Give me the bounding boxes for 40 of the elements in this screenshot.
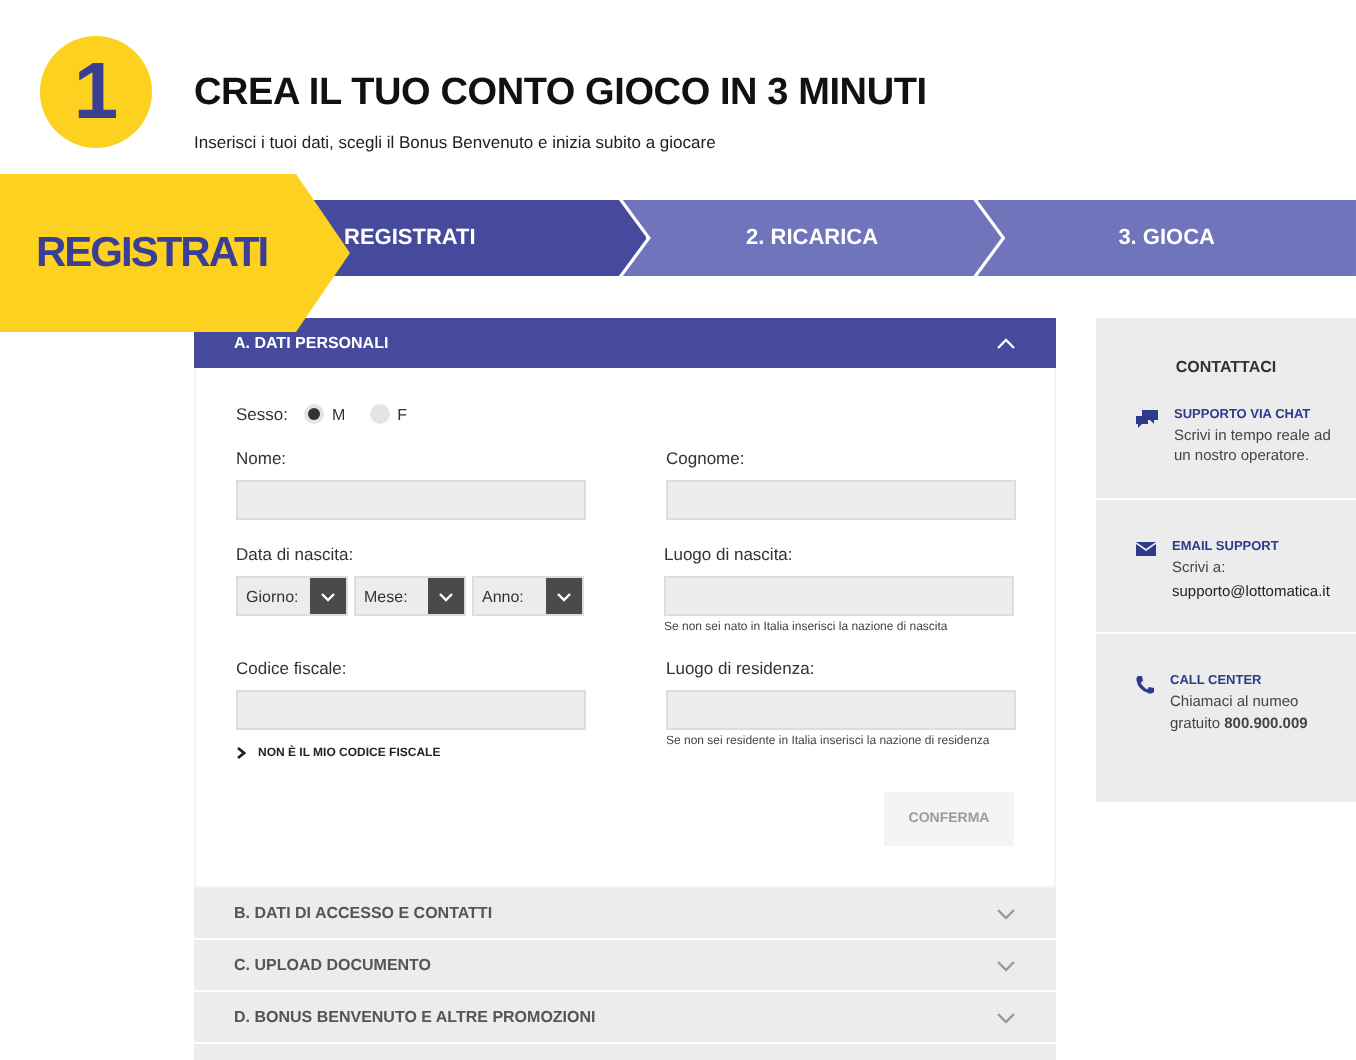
page-title: CREA IL TUO CONTO GIOCO IN 3 MINUTI [194, 72, 927, 116]
radio-label: F [397, 405, 408, 423]
field-label: Codice fiscale: [236, 658, 349, 678]
page-subtitle: Inserisci i tuoi dati, scegli il Bonus Benvenuto e inizia subito a giocare [194, 132, 718, 152]
chevron-right-icon [236, 746, 246, 760]
progress-step: 2. RICARICA [622, 200, 1002, 276]
accordion-header[interactable]: C. UPLOAD DOCUMENTO [194, 940, 1056, 990]
progress-step: 3. GIOCA [977, 200, 1356, 276]
accordion-header[interactable]: B. DATI DI ACCESSO E CONTATTI [194, 888, 1056, 938]
envelope-icon [1136, 542, 1156, 557]
dropdown[interactable]: Giorno: [236, 576, 348, 616]
input-field[interactable] [236, 480, 586, 520]
chevron-down-icon [996, 959, 1016, 971]
dropdown[interactable]: Anno: [472, 576, 584, 616]
chevron-down-icon [320, 591, 336, 601]
field-label: Luogo di nascita: [664, 544, 795, 564]
input-field[interactable] [664, 576, 1014, 616]
input-field[interactable] [236, 690, 586, 730]
input-field[interactable] [666, 690, 1016, 730]
chevron-down-icon [556, 591, 572, 601]
step-number-badge: 1 [40, 36, 152, 148]
panel-title: CONTATTACI [1173, 356, 1279, 380]
dropdown[interactable]: Mese: [354, 576, 466, 616]
field-label: Nome: [236, 448, 289, 468]
radio-button[interactable] [369, 404, 390, 424]
radio-button[interactable] [304, 404, 324, 424]
phone-icon [1136, 676, 1154, 695]
field-label: Cognome: [666, 448, 747, 468]
chat-icon [1136, 410, 1158, 430]
field-label: Data di nascita: [236, 544, 356, 564]
radio-label: M [332, 405, 346, 423]
input-field[interactable] [666, 480, 1016, 520]
chevron-up-icon [996, 337, 1016, 349]
chevron-down-icon [438, 591, 454, 601]
field-label: Luogo di residenza: [666, 658, 817, 678]
chevron-down-icon [996, 1011, 1016, 1023]
accordion-header[interactable]: D. BONUS BENVENUTO E ALTRE PROMOZIONI [194, 992, 1056, 1042]
field-label: Sesso: [236, 404, 288, 424]
chevron-down-icon [996, 907, 1016, 919]
accordion-header[interactable]: A. DATI PERSONALI [194, 318, 1056, 368]
